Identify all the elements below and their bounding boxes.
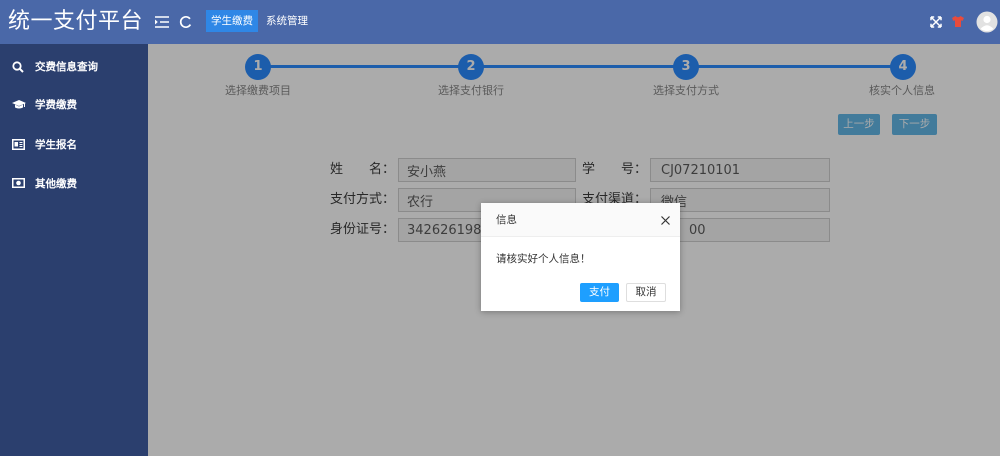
sidebar-item-payment-query[interactable]: 交费信息查询 [0, 55, 148, 79]
dialog-message: 请核实好个人信息！ [496, 253, 591, 265]
sidebar-item-other-fees[interactable]: 其他缴费 [0, 172, 148, 196]
fullscreen-icon[interactable] [930, 16, 942, 28]
tab-system-management[interactable]: 系统管理 [262, 10, 312, 32]
cancel-button[interactable]: 取消 [626, 283, 666, 302]
id-card-icon [12, 139, 25, 150]
sidebar-item-label: 学生报名 [35, 139, 77, 151]
sidebar-item-label: 交费信息查询 [35, 61, 98, 73]
pay-button[interactable]: 支付 [580, 283, 619, 302]
sidebar-item-label: 学费缴费 [35, 99, 77, 111]
sidebar-item-student-registration[interactable]: 学生报名 [0, 133, 148, 157]
refresh-icon[interactable] [179, 15, 192, 29]
app-root: 统一支付平台 学生缴费 系统管理 交费信息查询 学费缴费 学生报名 其他缴费 1… [0, 0, 1000, 456]
close-icon[interactable] [661, 216, 670, 225]
avatar-icon[interactable] [976, 11, 998, 33]
sidebar: 交费信息查询 学费缴费 学生报名 其他缴费 [0, 44, 148, 456]
menu-toggle-icon[interactable] [155, 16, 169, 28]
graduation-cap-icon [12, 99, 26, 110]
info-dialog: 信息 请核实好个人信息！ 支付 取消 [481, 203, 680, 311]
app-title: 统一支付平台 [8, 9, 144, 34]
top-header: 统一支付平台 学生缴费 系统管理 [0, 0, 1000, 44]
theme-shirt-icon[interactable] [951, 15, 965, 28]
sidebar-item-tuition-payment[interactable]: 学费缴费 [0, 93, 148, 117]
search-icon [12, 61, 24, 73]
money-icon [12, 178, 25, 188]
dialog-title: 信息 [481, 203, 680, 237]
sidebar-item-label: 其他缴费 [35, 178, 77, 190]
tab-student-payment[interactable]: 学生缴费 [206, 10, 258, 32]
